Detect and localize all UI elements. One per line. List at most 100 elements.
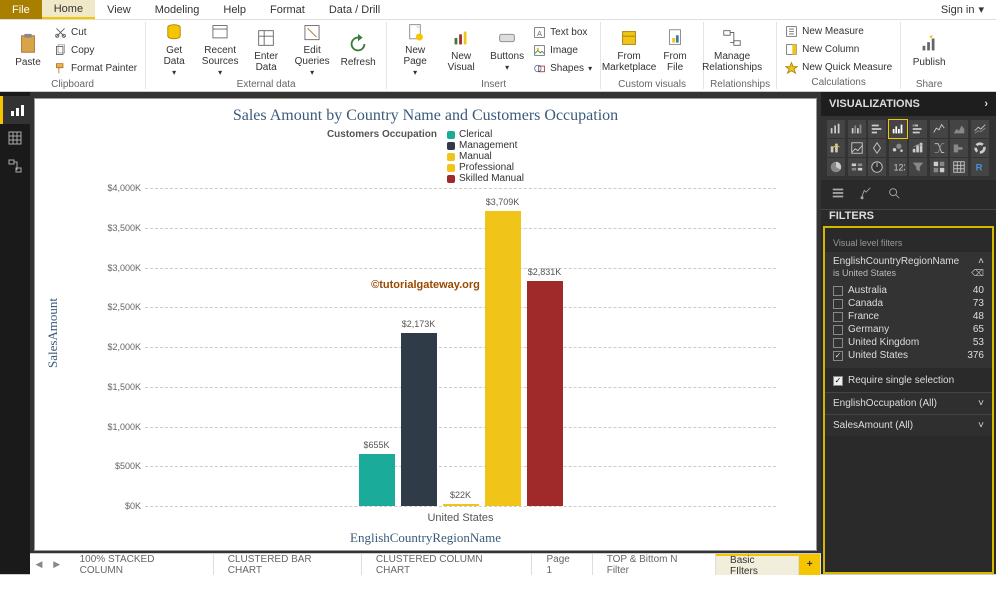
viz-type-icon[interactable]: [827, 158, 845, 176]
paste-button[interactable]: Paste: [6, 22, 50, 78]
bar-professional[interactable]: $3,709K: [485, 211, 521, 506]
analytics-tab-icon[interactable]: [887, 186, 901, 203]
filter-option[interactable]: ✓United States376: [833, 349, 984, 362]
page-tab[interactable]: 100% STACKED COLUMN: [66, 554, 214, 575]
filter-option[interactable]: Canada73: [833, 297, 984, 310]
filter-occupation[interactable]: EnglishOccupation (All)˅: [825, 392, 992, 414]
viz-type-icon[interactable]: [950, 158, 968, 176]
legend-item[interactable]: Management: [447, 140, 524, 151]
menu-view[interactable]: View: [95, 0, 143, 19]
viz-type-icon[interactable]: [868, 120, 886, 138]
page-tab[interactable]: TOP & Bittom N Filter: [593, 554, 716, 575]
from-file-button[interactable]: From File: [653, 22, 697, 78]
menu-home[interactable]: Home: [42, 0, 95, 19]
status-bar: [0, 574, 996, 594]
chevron-down-icon: ▾: [172, 69, 176, 78]
viz-type-icon[interactable]: [971, 120, 989, 138]
viz-type-icon[interactable]: [909, 158, 927, 176]
legend-item[interactable]: Clerical: [447, 129, 524, 140]
tab-next[interactable]: ▶: [48, 554, 66, 575]
enter-data-button[interactable]: Enter Data: [244, 22, 288, 78]
report-view-button[interactable]: [0, 96, 30, 124]
viz-type-icon[interactable]: [889, 120, 907, 138]
legend-item[interactable]: Skilled Manual: [447, 173, 524, 184]
bar-management[interactable]: $2,173K: [401, 333, 437, 506]
page-tab[interactable]: CLUSTERED COLUMN CHART: [362, 554, 533, 575]
page-tab[interactable]: Page 1: [532, 554, 592, 575]
viz-type-icon[interactable]: [930, 158, 948, 176]
from-marketplace-button[interactable]: From Marketplace: [607, 22, 651, 78]
bar-skilled-manual[interactable]: $2,831K: [527, 281, 563, 506]
visualizations-header[interactable]: VISUALIZATIONS›: [821, 92, 996, 116]
menu-file[interactable]: File: [0, 0, 42, 19]
tab-prev[interactable]: ◀: [30, 554, 48, 575]
new-quick-measure-button[interactable]: New Quick Measure: [783, 59, 894, 76]
publish-button[interactable]: Publish: [907, 22, 951, 78]
filter-option[interactable]: France48: [833, 310, 984, 323]
format-tab-icon[interactable]: [859, 186, 873, 203]
filter-option[interactable]: United Kingdom53: [833, 336, 984, 349]
viz-type-icon[interactable]: [930, 139, 948, 157]
cut-button[interactable]: Cut: [52, 24, 139, 41]
format-painter-button[interactable]: Format Painter: [52, 60, 139, 77]
viz-type-icon[interactable]: [827, 139, 845, 157]
sign-in[interactable]: Sign in▾: [929, 0, 996, 19]
bar-manual[interactable]: $22K: [443, 504, 479, 506]
page-tab[interactable]: Basic FIlters: [716, 554, 799, 575]
filter-option[interactable]: Australia40: [833, 284, 984, 297]
menu-modeling[interactable]: Modeling: [143, 0, 212, 19]
require-single-selection[interactable]: ✓ Require single selection: [825, 369, 992, 392]
manage-relationships-button[interactable]: Manage Relationships: [710, 22, 754, 78]
bar-clerical[interactable]: $655K: [359, 454, 395, 506]
viz-type-icon[interactable]: [868, 158, 886, 176]
viz-type-icon[interactable]: [848, 139, 866, 157]
legend-item[interactable]: Manual: [447, 151, 524, 162]
page-tabs: ◀ ▶ 100% STACKED COLUMNCLUSTERED BAR CHA…: [30, 553, 821, 575]
filter-region[interactable]: EnglishCountryRegionName˄ is United Stat…: [825, 252, 992, 368]
filter-option[interactable]: Germany65: [833, 323, 984, 336]
viz-type-icon[interactable]: [971, 139, 989, 157]
viz-type-icon[interactable]: [909, 139, 927, 157]
data-view-button[interactable]: [0, 124, 30, 152]
copy-button[interactable]: Copy: [52, 42, 139, 59]
y-axis-label: SalesAmount: [45, 297, 61, 367]
page-tab[interactable]: CLUSTERED BAR CHART: [214, 554, 362, 575]
buttons-button[interactable]: Buttons▾: [485, 22, 529, 78]
viz-type-icon[interactable]: [930, 120, 948, 138]
menu-format[interactable]: Format: [258, 0, 317, 19]
new-column-button[interactable]: New Column: [783, 41, 894, 58]
ribbon: Paste Cut Copy Format Painter Clipboard …: [0, 20, 996, 92]
viz-type-icon[interactable]: 123: [889, 158, 907, 176]
edit-queries-button[interactable]: Edit Queries▾: [290, 22, 334, 78]
report-canvas[interactable]: Sales Amount by Country Name and Custome…: [34, 98, 817, 551]
viz-type-icon[interactable]: [909, 120, 927, 138]
add-page-button[interactable]: +: [799, 554, 821, 575]
visualization-gallery: 123 R: [821, 116, 996, 180]
viz-type-icon[interactable]: [827, 120, 845, 138]
watermark: ©tutorialgateway.org: [371, 279, 480, 291]
model-view-button[interactable]: [0, 152, 30, 180]
chevron-right-icon: ›: [984, 98, 988, 110]
new-measure-button[interactable]: New Measure: [783, 23, 894, 40]
viz-type-icon[interactable]: [889, 139, 907, 157]
image-button[interactable]: Image: [531, 42, 594, 59]
get-data-button[interactable]: Get Data▾: [152, 22, 196, 78]
viz-type-icon[interactable]: [848, 158, 866, 176]
fields-tab-icon[interactable]: [831, 186, 845, 203]
legend-item[interactable]: Professional: [447, 162, 524, 173]
menu-help[interactable]: Help: [211, 0, 258, 19]
viz-type-icon[interactable]: [848, 120, 866, 138]
filter-salesamount[interactable]: SalesAmount (All)˅: [825, 414, 992, 436]
viz-type-icon[interactable]: [950, 139, 968, 157]
viz-type-icon[interactable]: [950, 120, 968, 138]
menu-datadrill[interactable]: Data / Drill: [317, 0, 392, 19]
shapes-button[interactable]: Shapes ▾: [531, 60, 594, 77]
viz-type-icon[interactable]: R: [971, 158, 989, 176]
new-page-button[interactable]: New Page▾: [393, 22, 437, 78]
refresh-button[interactable]: Refresh: [336, 22, 380, 78]
eraser-icon[interactable]: ⌫: [971, 268, 984, 279]
textbox-button[interactable]: AText box: [531, 24, 594, 41]
new-visual-button[interactable]: New Visual: [439, 22, 483, 78]
recent-sources-button[interactable]: Recent Sources▾: [198, 22, 242, 78]
viz-type-icon[interactable]: [868, 139, 886, 157]
